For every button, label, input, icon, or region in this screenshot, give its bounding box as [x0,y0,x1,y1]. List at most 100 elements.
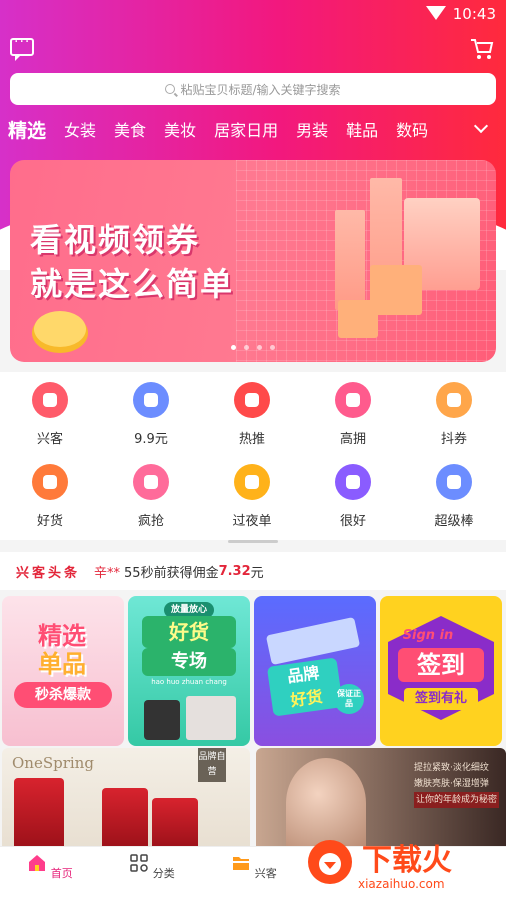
search-icon [165,84,176,94]
tab-label: 首页 [50,867,73,880]
page-dot [270,345,275,350]
cosmetics-graphic [265,616,361,666]
menu-item-very-good[interactable]: 很好 [303,464,403,529]
tile-brand[interactable]: 品牌 好货 保证正品 [254,596,376,746]
news-label: 兴客头条 [16,565,81,581]
menu-label: 兴客 [36,432,63,447]
menu-label: 疯抢 [137,514,164,529]
status-time: 10:43 [452,5,496,23]
page-dot [257,345,262,350]
menu-item-high-commission[interactable]: 高拥 [303,382,403,447]
menu-item-rush[interactable]: 疯抢 [101,464,201,529]
banner-text: 提拉紧致·淡化细纹 [414,763,489,773]
tile-sign-in[interactable]: Sign in 签到 签到有礼 [380,596,502,746]
page-dot [231,345,236,350]
tab-featured[interactable]: 精选 [8,116,46,143]
menu-label: 好货 [36,514,63,529]
clipboard-icon [32,382,68,418]
menu-item-super[interactable]: 超级棒 [404,464,504,529]
brand-tag: 品牌自营 [198,748,226,782]
tile-line: 签到有礼 [404,688,478,710]
tab-men[interactable]: 男装 [296,117,328,141]
tile-subtext: hao huo zhuan chang [151,678,227,686]
tab-food[interactable]: 美食 [114,117,146,141]
banner-pagination [0,345,506,350]
cart-icon[interactable] [470,38,494,60]
tile-line: 专场 [142,648,236,676]
news-user: 辛** [94,565,121,581]
bottle-graphic [152,798,198,848]
heart-icon [436,464,472,500]
tile-featured[interactable]: 精选 单品 秒杀爆款 [2,596,124,746]
page-dot [244,345,249,350]
flame-icon [234,382,270,418]
menu-item-douquan[interactable]: 抖券 [404,382,504,447]
tab-label: 分类 [152,867,175,880]
chevron-down-icon[interactable] [473,118,489,134]
banner-bar-graphic [335,210,365,310]
news-ticker[interactable]: 兴客头条 辛** 55秒前获得佣金 7.32 元 [0,552,506,590]
category-tabs: 精选 女装 美食 美妆 居家日用 男装 鞋品 数码 [0,116,506,142]
banner-text: 嫩肤亮肤·保湿增弹 [414,779,489,789]
tile-badge: 保证正品 [334,684,364,714]
tile-good-goods[interactable]: 放量放心 好货 专场 hao huo zhuan chang [128,596,250,746]
tile-line: 好货 [142,616,236,648]
banner-text: 让你的年龄成为秘密 [414,792,500,808]
menu-item-good-goods[interactable]: 好货 [0,464,100,529]
gift-icon [436,382,472,418]
status-bar: 10:43 [0,0,506,28]
watermark-url: xiazaihuo.com [358,877,445,891]
bottle-graphic [102,788,148,848]
bottle-graphic [14,778,64,848]
crown-icon [133,464,169,500]
tab-beauty[interactable]: 美妆 [164,117,196,141]
tile-line: 签到 [398,648,484,682]
tile-en-text: Sign in [402,628,454,643]
tab-digital[interactable]: 数码 [396,117,428,141]
watermark-text: 下载火 [362,843,452,878]
tab-women[interactable]: 女装 [64,117,96,141]
tab-category[interactable]: 分类 [112,853,192,881]
menu-scroll-indicator [228,540,278,543]
menu-label: 热推 [238,432,265,447]
grid-icon [130,854,148,872]
news-unit: 元 [250,565,264,581]
banner-line-2: 就是这么简单 [30,265,235,303]
news-amount: 7.32 [218,563,251,579]
promo-tiles: 精选 单品 秒杀爆款 放量放心 好货 专场 hao huo zhuan chan… [2,596,506,746]
menu-label: 超级棒 [434,514,474,529]
message-icon[interactable] [10,34,34,61]
brand-logo-text: OneSpring [12,754,94,772]
search-input[interactable]: 粘贴宝贝标题/输入关键字搜索 [10,73,496,105]
heart-icon [133,382,169,418]
megaphone-icon [234,464,270,500]
menu-item-9-9[interactable]: 9.9元 [101,382,201,447]
menu-item-xingke[interactable]: 兴客 [0,382,100,447]
news-text: 55秒前获得佣金 [124,565,219,581]
product-banner-onespring[interactable]: OneSpring 品牌自营 [2,748,250,848]
bag-graphic [144,700,180,740]
menu-item-hot[interactable]: 热推 [202,382,302,447]
banner-gift-graphic [338,300,378,338]
search-placeholder: 粘贴宝贝标题/输入关键字搜索 [180,82,341,97]
home-icon [29,855,46,871]
menu-label: 过夜单 [232,514,272,529]
tab-xingke[interactable]: 兴客 [214,853,294,881]
menu-item-overnight[interactable]: 过夜单 [202,464,302,529]
tab-home[interactable]: 首页 [10,853,90,881]
menu-label: 抖券 [440,432,467,447]
watermark-logo: 下载火 xiazaihuo.com [308,840,452,891]
quick-menu: 兴客 9.9元 热推 高拥 抖券 好货 疯抢 过夜单 很好 超级棒 [0,372,506,540]
menu-label: 高拥 [339,432,366,447]
tab-home[interactable]: 居家日用 [214,117,278,141]
thumbs-up-icon [335,464,371,500]
menu-label: 9.9元 [134,432,168,447]
burger-icon [32,464,68,500]
tile-line: 精选 [38,622,86,650]
tile-badge: 秒杀爆款 [14,682,112,708]
banner-title: 看视频领券 就是这么简单 [30,218,234,306]
tab-shoes[interactable]: 鞋品 [346,117,378,141]
menu-label: 很好 [339,514,366,529]
clover-icon [335,382,371,418]
tab-label: 兴客 [254,867,277,880]
